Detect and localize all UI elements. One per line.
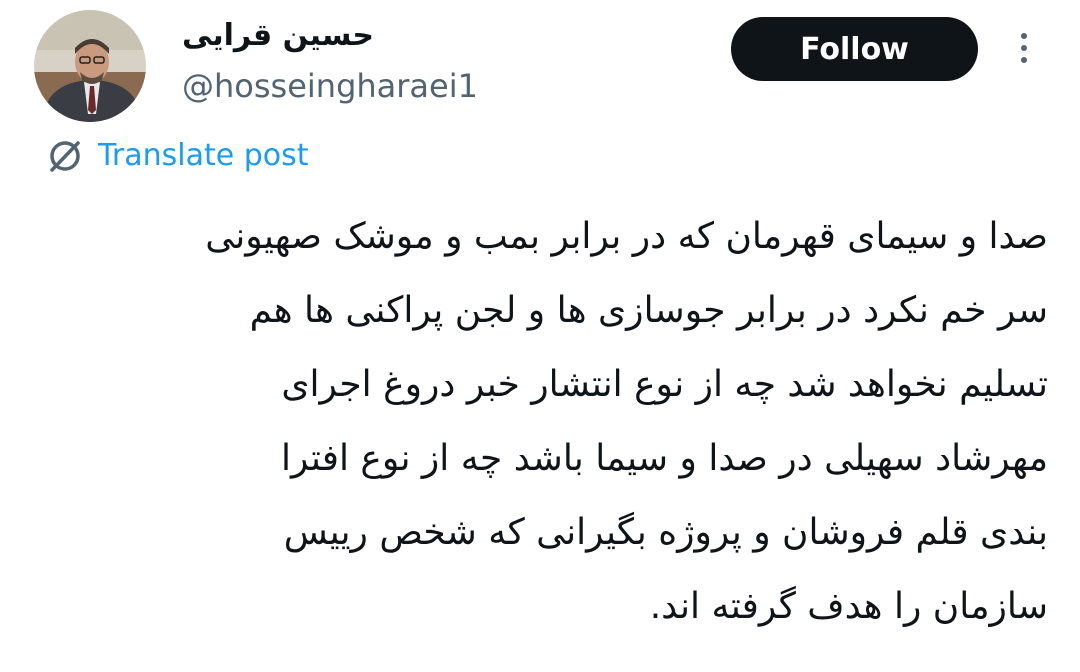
translate-icon [46,137,84,175]
post-text-line: بندی قلم فروشان و پروژه بگیرانی که شخص ر… [283,512,1048,553]
post-text-line: صدا و سیمای قهرمان که در برابر بمب و موش… [205,216,1048,257]
more-options-button[interactable] [1006,26,1042,74]
translate-row[interactable]: Translate post [46,134,309,178]
post-text: صدا و سیمای قهرمان که در برابر بمب و موش… [36,200,1048,644]
post-text-line: سازمان را هدف گرفته اند. [649,586,1048,627]
post-text-line: مهرشاد سهیلی در صدا و سیما باشد چه از نو… [281,438,1048,479]
author-handle[interactable]: @hosseingharaei1 [182,64,478,108]
more-vertical-icon [1019,30,1029,70]
post-text-line: سر خم نکرد در برابر جوسازی ها و لجن پراک… [249,290,1048,331]
post-text-line: تسلیم نخواهد شد چه از نوع انتشار خبر درو… [281,364,1048,405]
translate-post-link[interactable]: Translate post [98,134,309,178]
author-display-name[interactable]: حسین قرایی [182,14,374,58]
avatar[interactable] [34,10,146,122]
follow-button[interactable]: Follow [731,17,978,81]
